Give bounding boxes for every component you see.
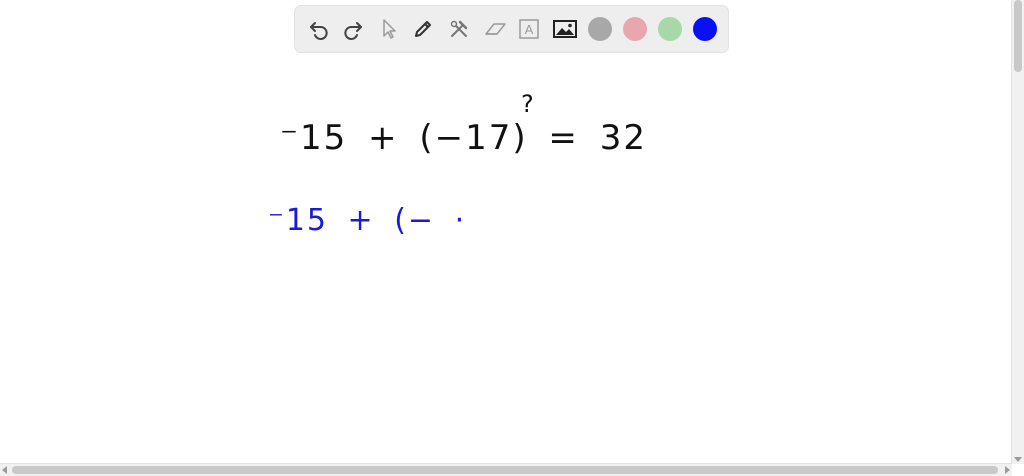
question-mark-annotation: ? [521, 90, 534, 118]
handwritten-equation-line-1: ⁻15 + (−17) = 32 [280, 118, 647, 158]
color-swatch-gray[interactable] [588, 17, 612, 41]
image-tool-button[interactable] [551, 15, 579, 43]
pen-icon [415, 21, 431, 37]
handwritten-equation-line-2: ⁻15 + (− · [268, 203, 467, 238]
pointer-icon [383, 19, 396, 39]
undo-icon [310, 22, 328, 40]
horizontal-scroll-thumb[interactable] [12, 466, 998, 474]
vertical-scroll-thumb[interactable] [1014, 0, 1022, 72]
image-icon [553, 20, 577, 38]
text-tool-button[interactable]: A [515, 15, 543, 43]
select-tool-button[interactable] [375, 15, 403, 43]
tools-button[interactable] [445, 15, 473, 43]
color-swatch-blue[interactable] [693, 17, 717, 41]
eraser-icon [485, 23, 506, 35]
redo-button[interactable] [339, 15, 367, 43]
color-swatch-green[interactable] [658, 17, 682, 41]
scroll-left-arrow-icon[interactable] [2, 466, 7, 474]
text-icon-label: A [525, 22, 534, 37]
scroll-right-arrow-icon[interactable] [1005, 466, 1010, 474]
redo-icon [344, 22, 362, 40]
tools-icon [450, 20, 468, 37]
eraser-button[interactable] [481, 15, 509, 43]
scroll-down-arrow-icon[interactable] [1014, 457, 1022, 462]
pen-tool-button[interactable] [409, 15, 437, 43]
text-icon: A [519, 19, 539, 39]
whiteboard-page: A ? ⁻15 + (−17) = 32 ⁻15 + (− · [0, 0, 1024, 476]
vertical-scrollbar[interactable] [1011, 0, 1024, 464]
undo-button[interactable] [305, 15, 333, 43]
drawing-canvas[interactable]: ? ⁻15 + (−17) = 32 ⁻15 + (− · [0, 60, 1012, 464]
drawing-toolbar: A [295, 6, 728, 52]
color-swatch-pink[interactable] [623, 17, 647, 41]
horizontal-scrollbar[interactable] [0, 463, 1012, 476]
